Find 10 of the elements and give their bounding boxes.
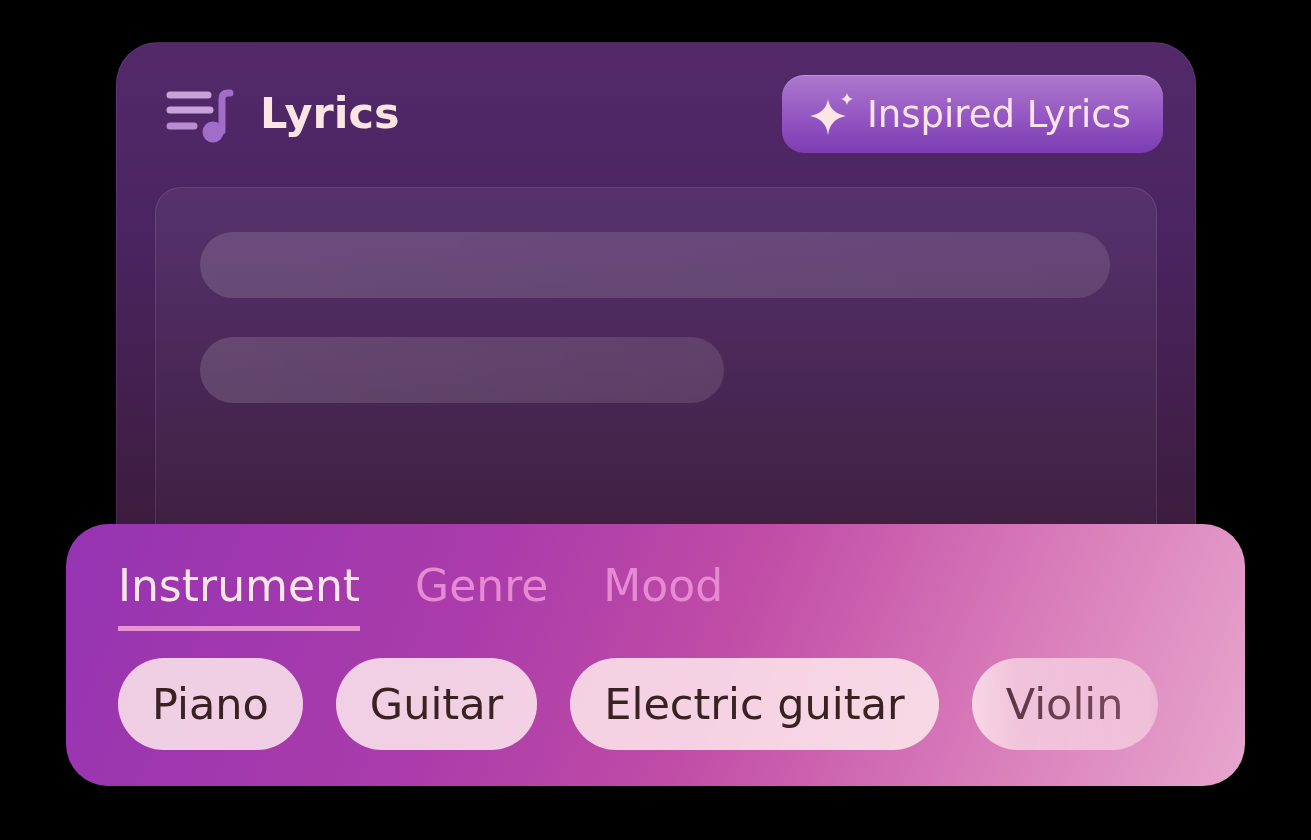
lyrics-input-field[interactable] [155, 187, 1157, 524]
card-title: Lyrics [260, 90, 400, 138]
instrument-chip[interactable]: Electric guitar [570, 658, 939, 750]
music-list-icon [166, 89, 234, 143]
inspired-lyrics-button[interactable]: Inspired Lyrics [781, 75, 1163, 153]
instrument-chip[interactable]: Piano [118, 658, 303, 750]
category-tab[interactable]: Instrument [118, 560, 361, 631]
instrument-chip[interactable]: Guitar [335, 658, 538, 750]
instrument-chip[interactable]: Violin [971, 658, 1158, 750]
sparkle-icon [809, 93, 854, 135]
